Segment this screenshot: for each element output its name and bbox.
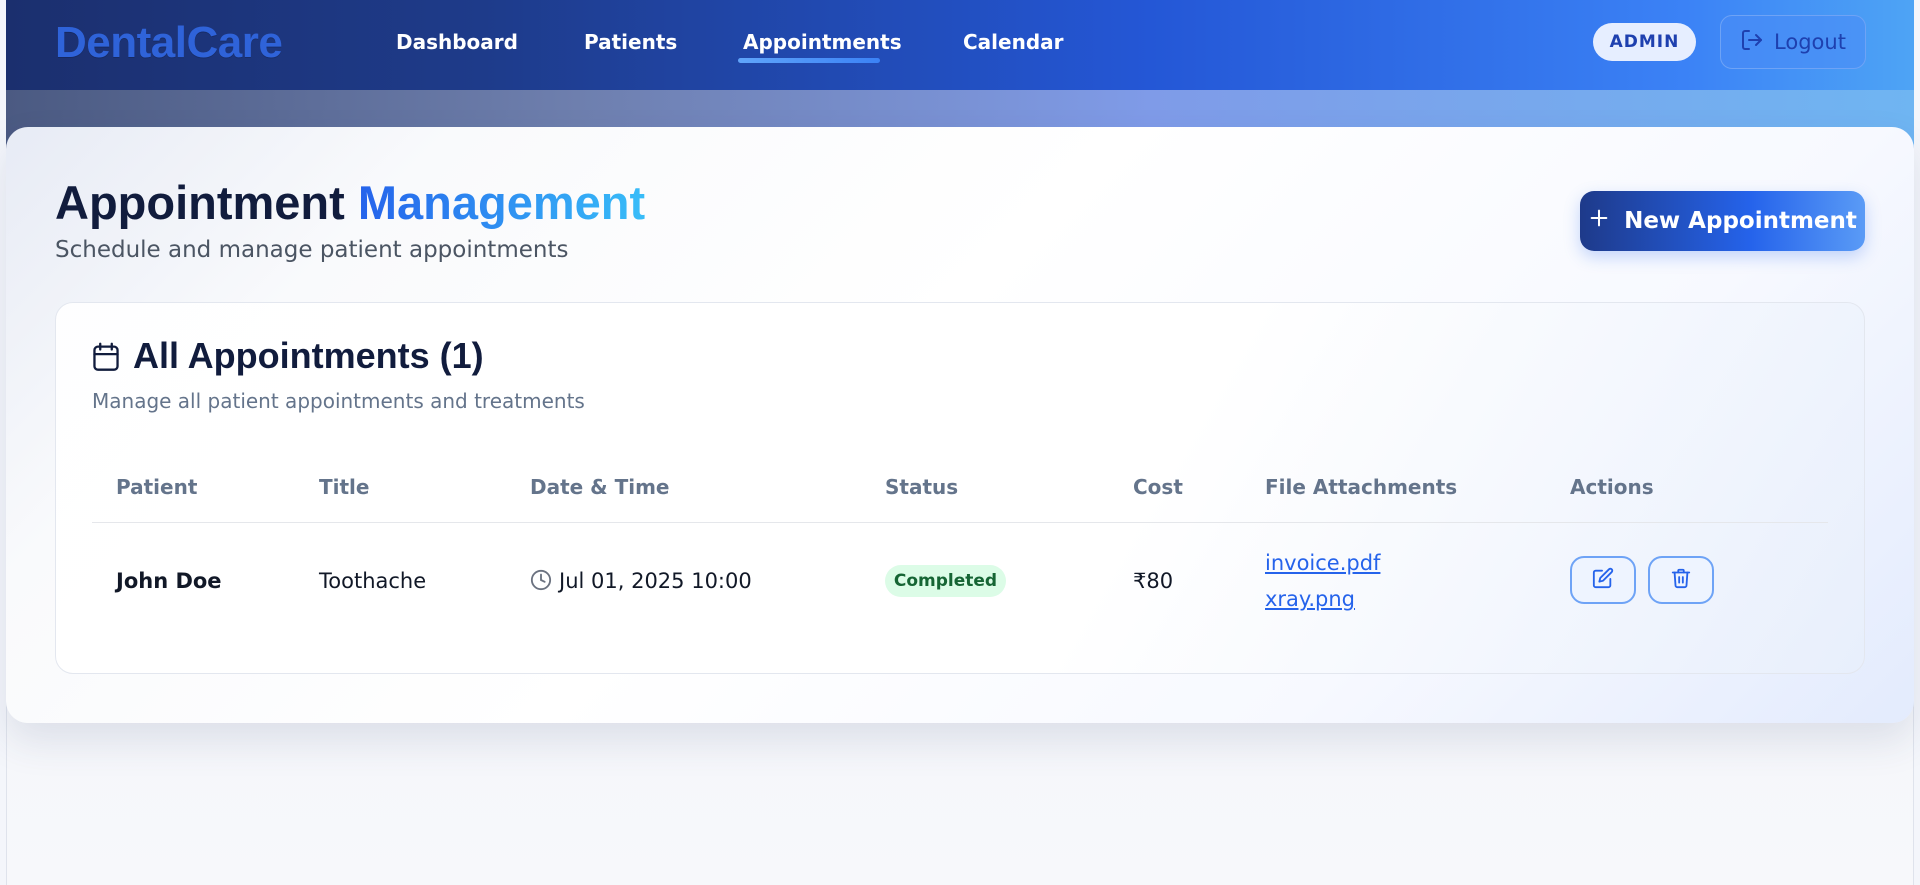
column-header-datetime[interactable]: Date & Time <box>530 475 670 499</box>
file-link-xray[interactable]: xray.png <box>1265 587 1355 611</box>
calendar-icon <box>93 342 119 371</box>
table-divider <box>92 522 1828 523</box>
new-appointment-button[interactable]: New Appointment <box>1580 191 1865 251</box>
cell-datetime: Jul 01, 2025 10:00 <box>559 569 752 593</box>
edit-icon <box>1592 567 1614 593</box>
plus-icon <box>1588 207 1610 235</box>
appointments-title: All Appointments (1) <box>133 335 484 376</box>
logout-button[interactable]: Logout <box>1720 15 1866 69</box>
appointments-subtitle: Manage all patient appointments and trea… <box>92 389 585 413</box>
trash-icon <box>1670 567 1692 593</box>
nav-dashboard[interactable]: Dashboard <box>396 30 518 54</box>
nav-appointments[interactable]: Appointments <box>743 30 902 54</box>
nav-calendar[interactable]: Calendar <box>963 30 1064 54</box>
column-header-status[interactable]: Status <box>885 475 958 499</box>
cell-title: Toothache <box>319 569 427 593</box>
logout-label: Logout <box>1774 30 1846 54</box>
page-title-accent: Management <box>357 176 646 229</box>
new-appointment-label: New Appointment <box>1624 208 1857 234</box>
page-title-main: Appointment <box>55 176 358 229</box>
cell-patient: John Doe <box>116 569 222 593</box>
role-badge: ADMIN <box>1593 23 1696 61</box>
nav-patients[interactable]: Patients <box>584 30 677 54</box>
delete-button[interactable] <box>1648 556 1714 604</box>
logout-icon <box>1740 28 1764 57</box>
file-link-invoice[interactable]: invoice.pdf <box>1265 551 1380 575</box>
column-header-cost[interactable]: Cost <box>1133 475 1183 499</box>
column-header-patient[interactable]: Patient <box>116 475 197 499</box>
page-subtitle: Schedule and manage patient appointments <box>55 237 569 263</box>
edit-button[interactable] <box>1570 556 1636 604</box>
page-title: Appointment Management <box>55 175 645 230</box>
clock-icon <box>530 569 552 591</box>
brand-logo[interactable]: DentalCare <box>55 18 283 68</box>
column-header-files[interactable]: File Attachments <box>1265 475 1457 499</box>
status-badge: Completed <box>885 565 1006 597</box>
column-header-actions: Actions <box>1570 475 1654 499</box>
cell-cost: ₹80 <box>1133 569 1174 593</box>
active-nav-indicator <box>738 58 880 63</box>
column-header-title[interactable]: Title <box>319 475 369 499</box>
